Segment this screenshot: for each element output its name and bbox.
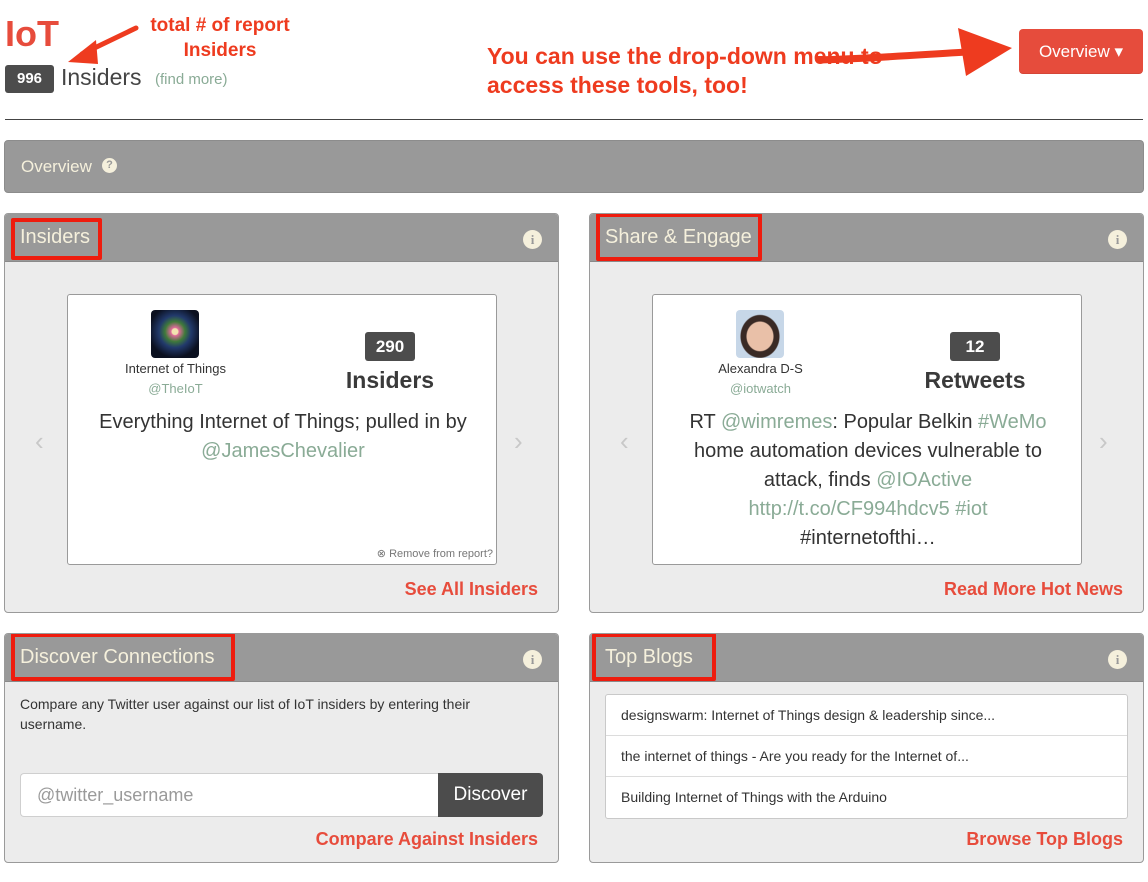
stat-label: Retweets [924, 367, 1026, 393]
annotation-highlight-box [11, 218, 102, 260]
discover-connections-panel: Discover Connections i Compare any Twitt… [4, 633, 559, 863]
blog-list-item[interactable]: Building Internet of Things with the Ard… [606, 777, 1127, 818]
tweet-text-part: home automation devices vulnerable to [694, 440, 1042, 462]
arrow-to-title-icon [68, 25, 139, 64]
avatar[interactable] [151, 310, 199, 358]
annotation-arrows [68, 25, 1012, 76]
annotation-highlight-box [592, 634, 716, 681]
previous-arrow-icon[interactable]: ‹ [35, 428, 44, 454]
arrow-to-dropdown-icon [816, 28, 1012, 76]
hashtag-link[interactable]: #WeMo [978, 411, 1047, 433]
annotation-highlight-box [11, 634, 235, 681]
stat-label: Insiders [345, 367, 435, 393]
tweet-text-part: RT [689, 411, 721, 433]
blog-list-item[interactable]: the internet of things - Are you ready f… [606, 736, 1127, 777]
top-blogs-panel: Top Blogs i designswarm: Internet of Thi… [589, 633, 1144, 863]
tweet-card: Alexandra D-S @iotwatch 12 Retweets RT @… [652, 294, 1082, 565]
previous-arrow-icon[interactable]: ‹ [620, 428, 629, 454]
stat-count-badge: 12 [950, 332, 1000, 361]
mention-link[interactable]: @IOActive [876, 469, 972, 491]
compare-against-insiders-link[interactable]: Compare Against Insiders [238, 828, 538, 850]
info-icon[interactable]: i [523, 230, 542, 249]
tweet-text-part: attack, finds [763, 469, 877, 491]
card-description: Everything Internet of Things; pulled in… [78, 408, 488, 466]
next-arrow-icon[interactable]: › [1099, 428, 1108, 454]
insider-card: Internet of Things @TheIoT 290 Insiders … [67, 294, 497, 565]
twitter-username-input[interactable] [20, 773, 440, 817]
avatar[interactable] [736, 310, 784, 358]
info-icon[interactable]: i [1108, 230, 1127, 249]
insiders-panel: Insiders i ‹ › Internet of Things @TheIo… [4, 213, 559, 613]
blog-list: designswarm: Internet of Things design &… [605, 694, 1128, 819]
read-more-hot-news-link[interactable]: Read More Hot News [823, 578, 1123, 600]
see-all-insiders-link[interactable]: See All Insiders [238, 578, 538, 600]
stat-count-badge: 290 [365, 332, 415, 361]
info-icon[interactable]: i [1108, 650, 1127, 669]
profile-handle[interactable]: @TheIoT [98, 380, 253, 397]
overview-dropdown-button[interactable]: Overview ▾ [1019, 29, 1143, 74]
profile-name[interactable]: Internet of Things [98, 360, 253, 377]
overview-bar-label: Overview [21, 157, 92, 176]
overview-bar: Overview ? [4, 140, 1144, 193]
profile-handle[interactable]: @iotwatch [683, 380, 838, 397]
remove-from-report-link[interactable]: ⊗ Remove from report? [377, 547, 493, 561]
help-icon[interactable]: ? [102, 158, 117, 173]
tweet-text: RT @wimremes: Popular Belkin #WeMo home … [663, 408, 1073, 553]
mention-link[interactable]: @wimremes [721, 411, 832, 433]
discover-button[interactable]: Discover [438, 773, 543, 817]
info-icon[interactable]: i [523, 650, 542, 669]
profile-name[interactable]: Alexandra D-S [683, 360, 838, 377]
hashtag-link[interactable]: #iot [950, 498, 987, 520]
next-arrow-icon[interactable]: › [514, 428, 523, 454]
header-divider [5, 119, 1143, 120]
annotation-highlight-box [596, 214, 762, 261]
blog-list-item[interactable]: designswarm: Internet of Things design &… [606, 695, 1127, 736]
tweet-text-part: #internetofthi… [800, 527, 936, 549]
tweet-text-part: : Popular Belkin [832, 411, 978, 433]
mention-link[interactable]: @JamesChevalier [201, 440, 365, 462]
share-engage-panel: Share & Engage i ‹ › Alexandra D-S @iotw… [589, 213, 1144, 613]
discover-description: Compare any Twitter user against our lis… [20, 696, 471, 732]
browse-top-blogs-link[interactable]: Browse Top Blogs [823, 828, 1123, 850]
url-link[interactable]: http://t.co/CF994hdcv5 [748, 498, 949, 520]
description-text: Everything Internet of Things; pulled in… [99, 411, 467, 433]
